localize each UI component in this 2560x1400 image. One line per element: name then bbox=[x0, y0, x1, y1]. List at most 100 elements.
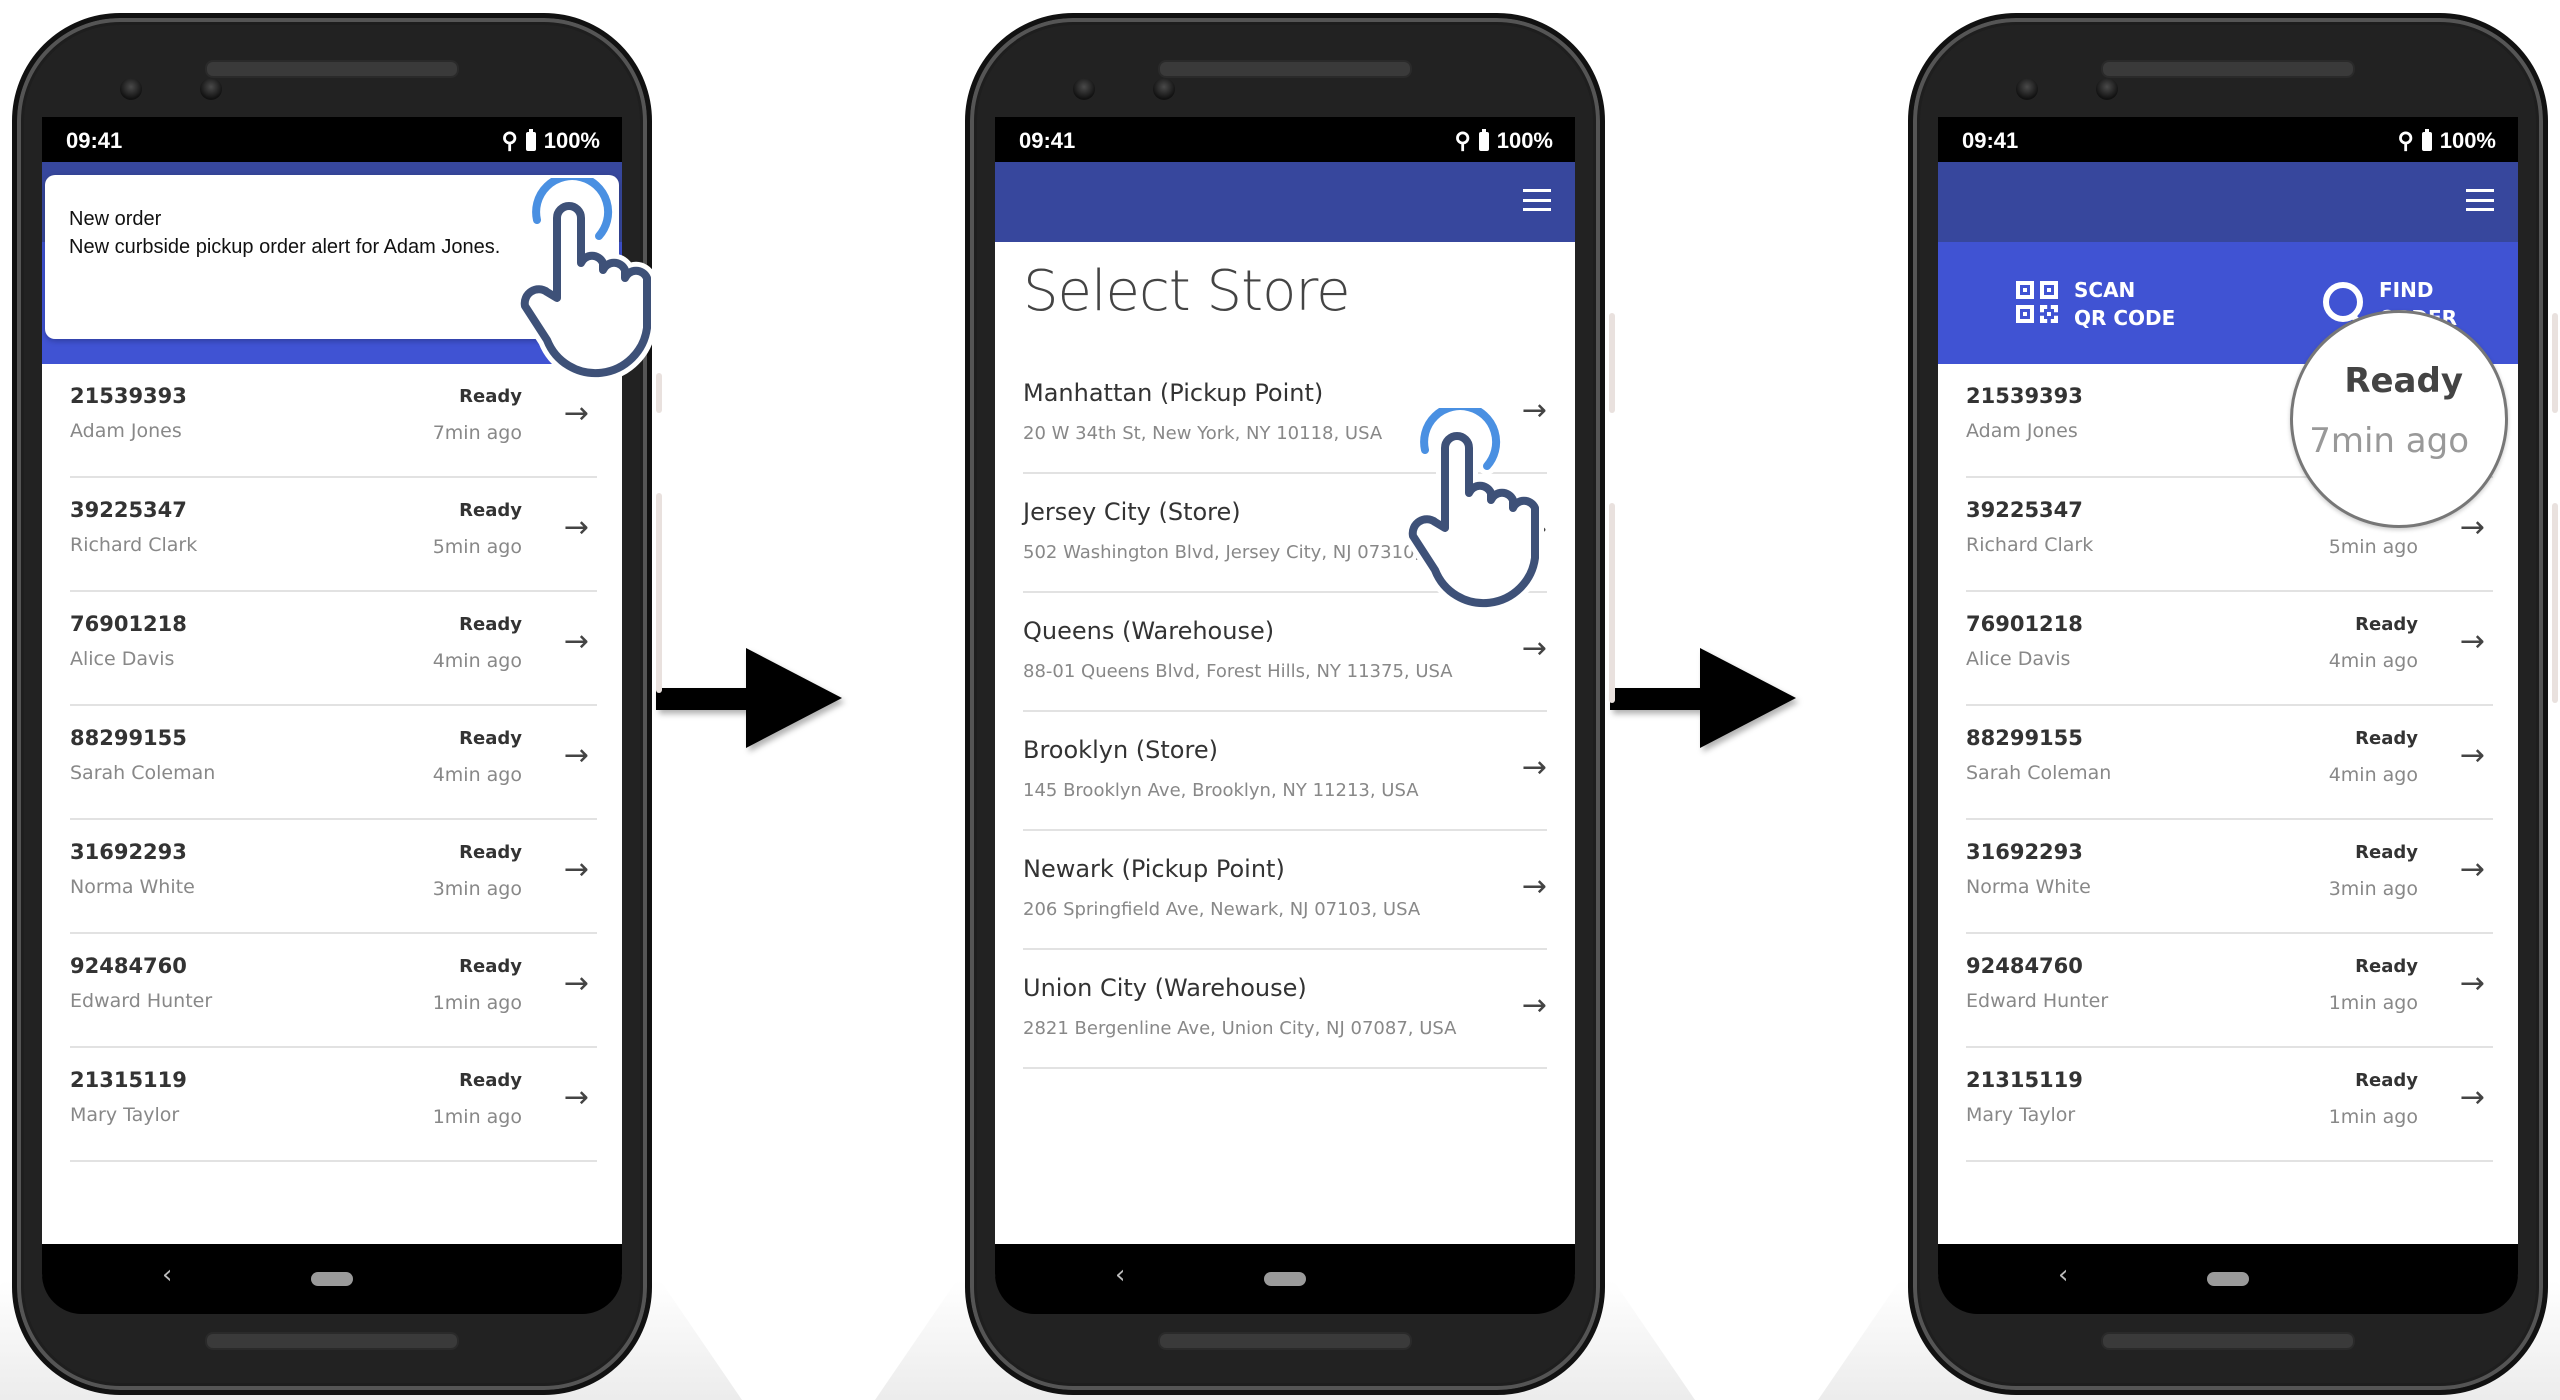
order-time: 3min ago bbox=[432, 878, 522, 900]
arrow-right-icon[interactable]: → bbox=[564, 738, 589, 773]
store-address: 20 W 34th St, New York, NY 10118, USA bbox=[1023, 423, 1383, 444]
arrow-right-icon[interactable]: → bbox=[564, 510, 589, 545]
bottom-speaker bbox=[2101, 1332, 2355, 1350]
order-row[interactable]: 39225347 Richard Clark Ready 5min ago → bbox=[70, 478, 597, 592]
front-sensor bbox=[200, 78, 222, 100]
order-row[interactable]: 76901218 Alice Davis Ready 4min ago → bbox=[1966, 592, 2493, 706]
order-status: Ready bbox=[459, 614, 522, 635]
order-row[interactable]: 88299155 Sarah Coleman Ready 4min ago → bbox=[70, 706, 597, 820]
arrow-right-icon[interactable]: → bbox=[2460, 510, 2485, 545]
order-row[interactable]: 76901218 Alice Davis Ready 4min ago → bbox=[70, 592, 597, 706]
phone-1-orders-notification: 09:41 ⚲100% SCANQR CODE FINDORDER New or… bbox=[0, 13, 742, 1400]
scan-label-1: SCAN bbox=[2074, 278, 2136, 302]
store-item[interactable]: Newark (Pickup Point) 206 Springfield Ave… bbox=[1023, 831, 1547, 950]
order-id: 88299155 bbox=[70, 726, 187, 750]
order-status: Ready bbox=[2355, 842, 2418, 863]
order-status: Ready bbox=[2355, 614, 2418, 635]
home-button[interactable] bbox=[1264, 1272, 1306, 1286]
order-id: 21539393 bbox=[1966, 384, 2083, 408]
page-title: Select Store bbox=[1023, 259, 1351, 324]
status-bar: 09:41 ⚲ 100% bbox=[1938, 117, 2518, 162]
tap-hand-icon bbox=[517, 178, 656, 378]
app-bar bbox=[995, 162, 1575, 242]
order-row[interactable]: 31692293 Norma White Ready 3min ago → bbox=[70, 820, 597, 934]
order-id: 39225347 bbox=[1966, 498, 2083, 522]
notification-title: New order bbox=[69, 208, 162, 230]
store-item[interactable]: Brooklyn (Store) 145 Brooklyn Ave, Brookl… bbox=[1023, 712, 1547, 831]
customer-name: Mary Taylor bbox=[70, 1104, 180, 1126]
earpiece-speaker bbox=[205, 60, 459, 78]
arrow-right-icon[interactable]: → bbox=[2460, 624, 2485, 659]
arrow-right-icon[interactable]: → bbox=[2460, 1080, 2485, 1115]
order-row[interactable]: 21315119 Mary Taylor Ready 1min ago → bbox=[70, 1048, 597, 1162]
back-button[interactable]: ‹ bbox=[2058, 1260, 2068, 1290]
arrow-right-icon[interactable]: → bbox=[564, 396, 589, 431]
order-row[interactable]: 21315119 Mary Taylor Ready 1min ago → bbox=[1966, 1048, 2493, 1162]
order-status: Ready bbox=[459, 842, 522, 863]
arrow-right-icon[interactable]: → bbox=[1522, 869, 1547, 904]
location-pin-icon: ⚲ bbox=[2397, 128, 2414, 153]
home-button[interactable] bbox=[2207, 1272, 2249, 1286]
order-time: 4min ago bbox=[2328, 764, 2418, 786]
bottom-speaker bbox=[1158, 1332, 1412, 1350]
hamburger-menu-icon[interactable] bbox=[2466, 189, 2494, 211]
store-name: Brooklyn (Store) bbox=[1023, 736, 1218, 764]
store-address: 206 Springfield Ave, Newark, NJ 07103, U… bbox=[1023, 899, 1421, 920]
battery-level: 100% bbox=[543, 128, 600, 153]
orders-list: 21539393 Adam Jones Ready 7min ago → 3922534… bbox=[70, 364, 597, 1162]
arrow-right-icon[interactable]: → bbox=[2460, 966, 2485, 1001]
arrow-right-icon[interactable]: → bbox=[1522, 631, 1547, 666]
hamburger-menu-icon[interactable] bbox=[1523, 189, 1551, 211]
battery-icon bbox=[1478, 128, 1489, 151]
earpiece-speaker bbox=[1158, 60, 1412, 78]
order-status: Ready bbox=[459, 500, 522, 521]
order-row[interactable]: 21539393 Adam Jones Ready 7min ago → bbox=[70, 364, 597, 478]
system-nav-bar: ‹ bbox=[1938, 1244, 2518, 1314]
store-name: Union City (Warehouse) bbox=[1023, 974, 1307, 1002]
back-button[interactable]: ‹ bbox=[1115, 1260, 1125, 1290]
order-row[interactable]: 31692293 Norma White Ready 3min ago → bbox=[1966, 820, 2493, 934]
front-camera bbox=[2016, 78, 2038, 100]
order-status: Ready bbox=[2355, 728, 2418, 749]
store-address: 88-01 Queens Blvd, Forest Hills, NY 1137… bbox=[1023, 661, 1453, 682]
order-row[interactable]: 92484760 Edward Hunter Ready 1min ago → bbox=[70, 934, 597, 1048]
order-time: 1min ago bbox=[432, 992, 522, 1014]
store-address: 502 Washington Blvd, Jersey City, NJ 073… bbox=[1023, 542, 1464, 563]
order-id: 21539393 bbox=[70, 384, 187, 408]
scan-qr-button[interactable]: SCAN QR CODE bbox=[2016, 276, 2175, 332]
arrow-right-icon[interactable]: → bbox=[564, 852, 589, 887]
order-id: 76901218 bbox=[1966, 612, 2083, 636]
customer-name: Sarah Coleman bbox=[1966, 762, 2112, 784]
status-bar: 09:41 ⚲ 100% bbox=[42, 117, 622, 162]
location-pin-icon: ⚲ bbox=[501, 128, 518, 153]
home-button[interactable] bbox=[311, 1272, 353, 1286]
order-row[interactable]: 88299155 Sarah Coleman Ready 4min ago → bbox=[1966, 706, 2493, 820]
store-item[interactable]: Queens (Warehouse) 88-01 Queens Blvd, For… bbox=[1023, 593, 1547, 712]
order-status: Ready bbox=[459, 1070, 522, 1091]
order-time: 4min ago bbox=[432, 650, 522, 672]
flow-arrow-2 bbox=[1610, 648, 1800, 748]
scan-label-2: QR CODE bbox=[2074, 306, 2176, 330]
arrow-right-icon[interactable]: → bbox=[2460, 738, 2485, 773]
find-label-1: FIND bbox=[2379, 278, 2434, 302]
earpiece-speaker bbox=[2101, 60, 2355, 78]
order-status: Ready bbox=[2355, 956, 2418, 977]
battery-icon bbox=[2421, 128, 2432, 151]
arrow-right-icon[interactable]: → bbox=[2460, 852, 2485, 887]
back-button[interactable]: ‹ bbox=[162, 1260, 172, 1290]
order-time: 5min ago bbox=[432, 536, 522, 558]
battery-level: 100% bbox=[1496, 128, 1553, 153]
arrow-right-icon[interactable]: → bbox=[564, 966, 589, 1001]
arrow-right-icon[interactable]: → bbox=[564, 1080, 589, 1115]
arrow-right-icon[interactable]: → bbox=[1522, 750, 1547, 785]
customer-name: Richard Clark bbox=[1966, 534, 2094, 556]
status-time: 09:41 bbox=[1962, 128, 2019, 153]
location-pin-icon: ⚲ bbox=[1454, 128, 1471, 153]
order-row[interactable]: 92484760 Edward Hunter Ready 1min ago → bbox=[1966, 934, 2493, 1048]
arrow-right-icon[interactable]: → bbox=[564, 624, 589, 659]
order-time: 5min ago bbox=[2328, 536, 2418, 558]
arrow-right-icon[interactable]: → bbox=[1522, 988, 1547, 1023]
store-item[interactable]: Union City (Warehouse) 2821 Bergenline Av… bbox=[1023, 950, 1547, 1069]
order-id: 92484760 bbox=[1966, 954, 2083, 978]
order-time: 4min ago bbox=[2328, 650, 2418, 672]
